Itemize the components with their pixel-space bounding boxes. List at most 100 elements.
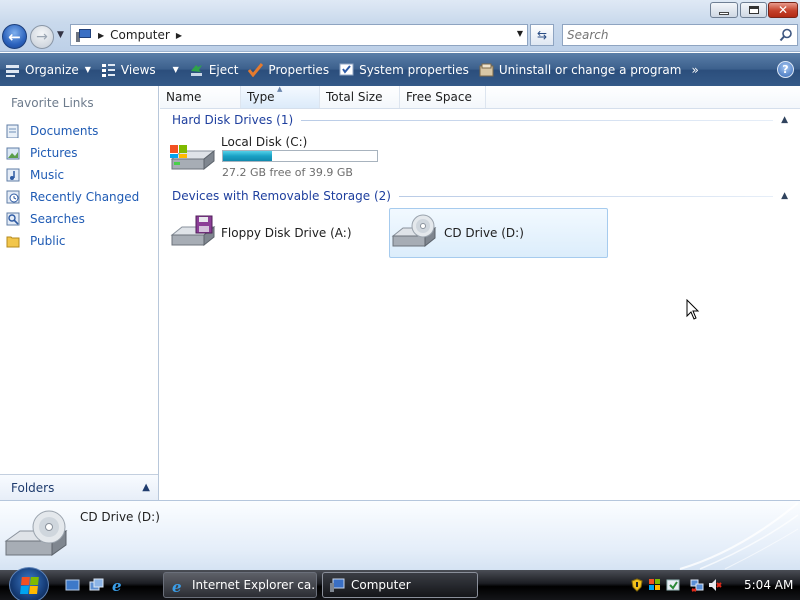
more-commands-icon: » bbox=[691, 62, 699, 77]
more-commands-button[interactable]: » bbox=[686, 53, 703, 86]
start-button[interactable] bbox=[9, 567, 49, 600]
window-titlebar: ✕ ← → ▼ ▶ Computer ▶ ▼ ⇆ bbox=[0, 0, 800, 52]
music-icon bbox=[6, 168, 20, 182]
chevron-down-icon: ▼ bbox=[84, 65, 91, 74]
maximize-button[interactable] bbox=[740, 2, 767, 18]
favorite-link-recently-changed[interactable]: Recently Changed bbox=[6, 186, 139, 208]
favorite-link-music[interactable]: Music bbox=[6, 164, 139, 186]
collapse-group-icon[interactable]: ▲ bbox=[781, 191, 788, 201]
views-button[interactable]: Views ▼ bbox=[96, 53, 184, 86]
internet-explorer-icon: e bbox=[172, 578, 182, 593]
cd-drive-large-icon bbox=[4, 510, 68, 556]
chevron-down-icon: ▼ bbox=[172, 65, 179, 74]
favorite-link-pictures[interactable]: Pictures bbox=[6, 142, 139, 164]
search-input[interactable] bbox=[563, 25, 763, 45]
svg-text:e: e bbox=[172, 578, 182, 593]
group-title: Hard Disk Drives (1) bbox=[172, 113, 294, 127]
eject-button[interactable]: Eject bbox=[184, 53, 244, 86]
minimize-button[interactable] bbox=[710, 2, 738, 18]
breadcrumb-chevron-icon[interactable]: ▶ bbox=[176, 31, 182, 40]
group-header-removable-storage[interactable]: Devices with Removable Storage (2) ▲ bbox=[172, 188, 788, 204]
group-header-hard-disk-drives[interactable]: Hard Disk Drives (1) ▲ bbox=[172, 112, 788, 128]
system-properties-button[interactable]: System properties bbox=[334, 53, 474, 86]
floppy-drive-icon bbox=[170, 215, 216, 247]
system-properties-icon bbox=[339, 63, 354, 77]
column-header-total-size[interactable]: Total Size bbox=[320, 86, 400, 108]
views-icon bbox=[101, 63, 116, 77]
system-properties-label: System properties bbox=[359, 62, 469, 77]
properties-button[interactable]: Properties bbox=[243, 53, 334, 86]
taskbar-button-computer[interactable]: Computer bbox=[322, 572, 478, 598]
free-space-text: 27.2 GB free of 39.9 GB bbox=[222, 166, 353, 179]
column-header-name[interactable]: Name bbox=[160, 86, 241, 108]
show-desktop-icon[interactable] bbox=[65, 578, 80, 592]
navigation-pane: Favorite Links Documents Pictures Music … bbox=[0, 86, 159, 500]
column-header-free-space[interactable]: Free Space bbox=[400, 86, 486, 108]
eject-icon bbox=[189, 63, 204, 77]
address-dropdown-icon[interactable]: ▼ bbox=[517, 29, 523, 38]
network-icon[interactable] bbox=[690, 578, 704, 592]
favorite-link-label: Public bbox=[30, 234, 66, 248]
pictures-icon bbox=[6, 146, 20, 160]
help-button[interactable]: ? bbox=[777, 61, 794, 78]
taskbar: e e Internet Explorer ca... Computer 5:0… bbox=[0, 567, 800, 600]
maximize-icon bbox=[748, 6, 759, 14]
column-header-label: Name bbox=[166, 90, 202, 104]
taskbar-button-label: Internet Explorer ca... bbox=[192, 578, 317, 592]
taskbar-button-internet-explorer[interactable]: e Internet Explorer ca... bbox=[163, 572, 317, 598]
windows-update-icon[interactable] bbox=[666, 578, 680, 592]
favorite-link-searches[interactable]: Searches bbox=[6, 208, 139, 230]
computer-icon bbox=[76, 28, 92, 42]
organize-button[interactable]: Organize ▼ bbox=[0, 53, 96, 86]
group-title: Devices with Removable Storage (2) bbox=[172, 189, 391, 203]
recent-pages-dropdown[interactable]: ▼ bbox=[57, 30, 64, 40]
forward-arrow-icon: → bbox=[36, 29, 48, 45]
taskbar-button-label: Computer bbox=[351, 578, 411, 592]
hard-drive-icon bbox=[170, 145, 216, 171]
security-center-icon[interactable] bbox=[648, 578, 662, 592]
search-box[interactable] bbox=[562, 24, 798, 46]
favorite-link-label: Searches bbox=[30, 212, 85, 226]
mouse-cursor-icon bbox=[686, 299, 700, 320]
address-bar[interactable]: ▶ Computer ▶ ▼ bbox=[70, 24, 528, 46]
details-item-name: CD Drive (D:) bbox=[80, 510, 160, 524]
organize-icon bbox=[5, 63, 20, 77]
chevron-up-icon: ▲ bbox=[142, 482, 150, 493]
public-folder-icon bbox=[6, 234, 20, 248]
favorite-link-label: Recently Changed bbox=[30, 190, 140, 204]
views-label: Views bbox=[120, 62, 156, 77]
close-button[interactable]: ✕ bbox=[768, 2, 798, 18]
switch-windows-icon[interactable] bbox=[89, 578, 104, 592]
clock[interactable]: 5:04 AM bbox=[744, 578, 793, 592]
drive-item-floppy[interactable]: Floppy Disk Drive (A:) bbox=[168, 208, 383, 258]
favorite-link-label: Documents bbox=[30, 124, 99, 138]
svg-text:e: e bbox=[112, 578, 122, 592]
details-pane: CD Drive (D:) bbox=[0, 500, 800, 570]
favorite-link-label: Pictures bbox=[30, 146, 78, 160]
minimize-icon bbox=[719, 11, 729, 15]
drive-item-cd[interactable]: CD Drive (D:) bbox=[389, 208, 608, 258]
favorite-link-label: Music bbox=[30, 168, 65, 182]
uninstall-program-button[interactable]: Uninstall or change a program bbox=[474, 53, 687, 86]
drive-name: CD Drive (D:) bbox=[444, 226, 524, 240]
collapse-group-icon[interactable]: ▲ bbox=[781, 115, 788, 125]
organize-label: Organize bbox=[25, 62, 79, 77]
search-icon[interactable] bbox=[779, 28, 793, 42]
uninstall-label: Uninstall or change a program bbox=[498, 62, 682, 77]
volume-muted-icon[interactable] bbox=[708, 578, 722, 592]
drive-name: Floppy Disk Drive (A:) bbox=[221, 226, 352, 240]
favorite-link-documents[interactable]: Documents bbox=[6, 120, 139, 142]
favorite-links-list: Documents Pictures Music Recently Change… bbox=[6, 120, 139, 252]
folders-toggle[interactable]: Folders ▲ bbox=[0, 474, 158, 500]
favorite-link-public[interactable]: Public bbox=[6, 230, 139, 252]
recently-changed-icon bbox=[6, 190, 20, 204]
programs-icon bbox=[479, 63, 494, 77]
security-shield-icon[interactable] bbox=[630, 578, 644, 592]
breadcrumb-computer[interactable]: Computer bbox=[110, 28, 170, 42]
breadcrumb-chevron-icon[interactable]: ▶ bbox=[98, 31, 104, 40]
column-header-type[interactable]: ▲ Type bbox=[241, 85, 320, 108]
refresh-button[interactable]: ⇆ bbox=[530, 24, 554, 46]
internet-explorer-icon[interactable]: e bbox=[111, 578, 126, 592]
back-button[interactable]: ← bbox=[2, 24, 27, 49]
forward-button[interactable]: → bbox=[30, 25, 54, 49]
